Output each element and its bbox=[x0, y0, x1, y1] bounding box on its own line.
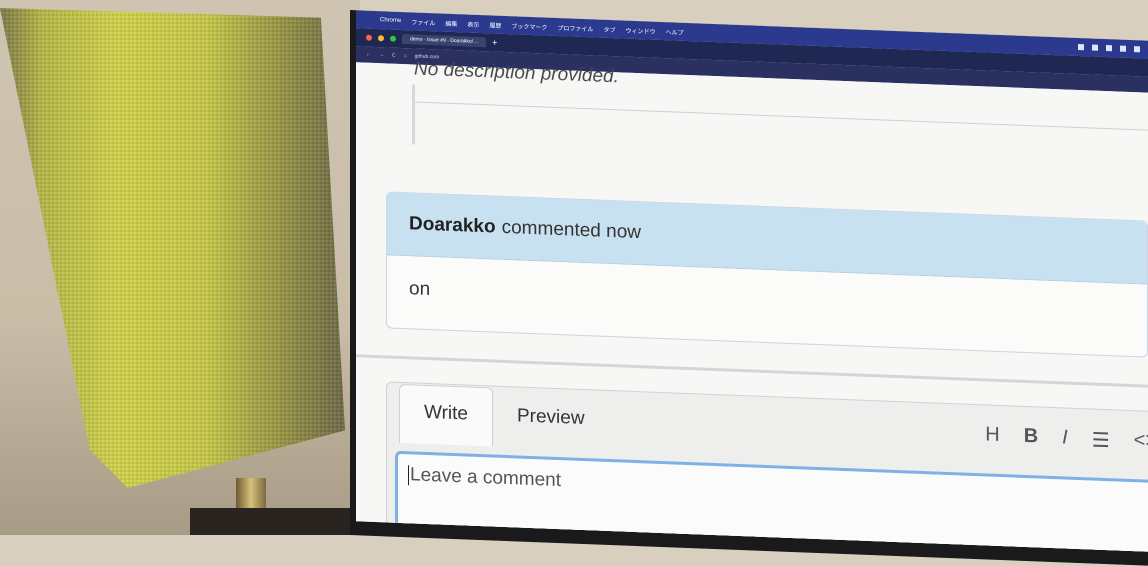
comment-card: Doarakko commented now on bbox=[386, 191, 1148, 358]
tab-write[interactable]: Write bbox=[399, 383, 493, 447]
menu-history[interactable]: 履歴 bbox=[489, 20, 501, 29]
text-caret bbox=[408, 465, 409, 486]
status-tray bbox=[1078, 43, 1148, 53]
new-tab-icon[interactable]: + bbox=[492, 37, 497, 47]
tray-icon[interactable] bbox=[1078, 43, 1084, 51]
monitor: Chrome ファイル 編集 表示 履歴 ブックマーク プロファイル タブ ウィ… bbox=[350, 10, 1148, 566]
code-icon[interactable]: <> bbox=[1134, 429, 1148, 455]
tray-icon[interactable] bbox=[1134, 46, 1140, 53]
list-icon[interactable]: ☰ bbox=[1092, 427, 1110, 453]
menu-help[interactable]: ヘルプ bbox=[665, 27, 683, 37]
menu-view[interactable]: 表示 bbox=[467, 19, 479, 28]
screen: Chrome ファイル 編集 表示 履歴 ブックマーク プロファイル タブ ウィ… bbox=[356, 10, 1148, 552]
menu-profile[interactable]: プロファイル bbox=[557, 22, 593, 32]
comment-meta[interactable]: commented now bbox=[502, 217, 641, 244]
menu-file[interactable]: ファイル bbox=[411, 17, 435, 27]
forward-icon[interactable]: → bbox=[379, 52, 384, 58]
heading-icon[interactable]: H bbox=[985, 423, 999, 449]
tray-icon[interactable] bbox=[1106, 45, 1112, 52]
menu-window[interactable]: ウィンドウ bbox=[625, 25, 655, 35]
browser-tab[interactable]: demo · Issue #9 · Doarakko/… bbox=[402, 33, 487, 48]
menu-tab[interactable]: タブ bbox=[603, 24, 615, 33]
tray-icon[interactable] bbox=[1120, 45, 1126, 52]
timeline-divider bbox=[356, 354, 1148, 388]
comment-placeholder: Leave a comment bbox=[410, 464, 562, 492]
bold-icon[interactable]: B bbox=[1024, 425, 1038, 451]
table bbox=[190, 508, 360, 535]
menu-bookmarks[interactable]: ブックマーク bbox=[511, 21, 547, 31]
comment-author[interactable]: Doarakko bbox=[409, 213, 496, 238]
timeline-line bbox=[412, 84, 415, 145]
markdown-toolbar: H B I ☰ <> bbox=[985, 423, 1148, 455]
menu-edit[interactable]: 編集 bbox=[445, 18, 457, 27]
menu-app-name[interactable]: Chrome bbox=[380, 17, 401, 24]
reload-icon[interactable]: C bbox=[392, 53, 396, 59]
tray-icon[interactable] bbox=[1092, 44, 1098, 51]
comment-editor: Write Preview H B I ☰ <> Leave a comment bbox=[386, 381, 1148, 552]
italic-icon[interactable]: I bbox=[1062, 426, 1068, 451]
maximize-window-icon[interactable] bbox=[390, 35, 396, 42]
github-issue-page: No description provided. Doarakko commen… bbox=[356, 58, 1148, 552]
home-icon[interactable]: ⌂ bbox=[404, 53, 407, 59]
tab-preview[interactable]: Preview bbox=[493, 388, 609, 450]
description-divider bbox=[412, 101, 1148, 132]
close-window-icon[interactable] bbox=[366, 34, 372, 41]
back-icon[interactable]: ← bbox=[366, 52, 371, 58]
minimize-window-icon[interactable] bbox=[378, 35, 384, 42]
